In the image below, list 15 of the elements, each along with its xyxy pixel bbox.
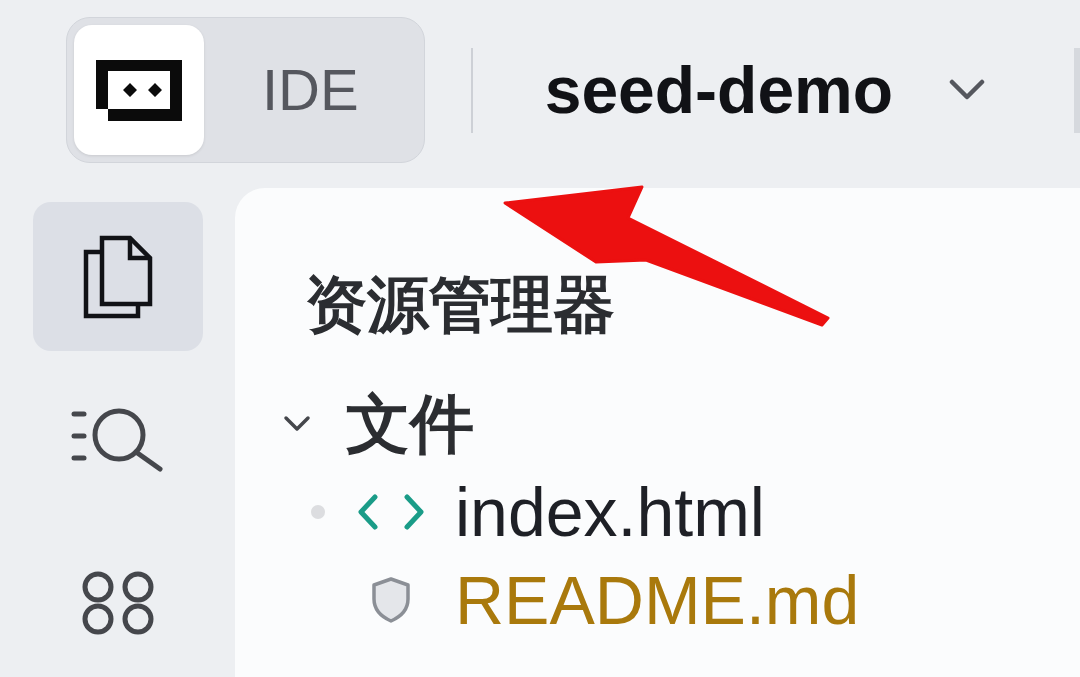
project-dropdown[interactable]: seed-demo xyxy=(544,53,986,127)
mode-tab[interactable]: IDE xyxy=(204,25,417,155)
code-icon xyxy=(357,492,425,533)
search-icon xyxy=(70,406,165,473)
mode-tab[interactable] xyxy=(74,25,204,155)
shield-icon xyxy=(371,577,411,624)
logo-icon xyxy=(96,59,182,121)
file-label[interactable]: README.md xyxy=(455,563,860,638)
folder-label[interactable]: 文件 xyxy=(346,389,474,460)
sidebar-tab[interactable] xyxy=(32,202,203,351)
chevron-down-icon[interactable] xyxy=(283,415,311,434)
panel-title: 资源管理器 xyxy=(305,269,615,341)
chevron-down-icon xyxy=(949,79,986,101)
file-label[interactable]: index.html xyxy=(455,475,765,550)
files-icon xyxy=(81,233,154,320)
